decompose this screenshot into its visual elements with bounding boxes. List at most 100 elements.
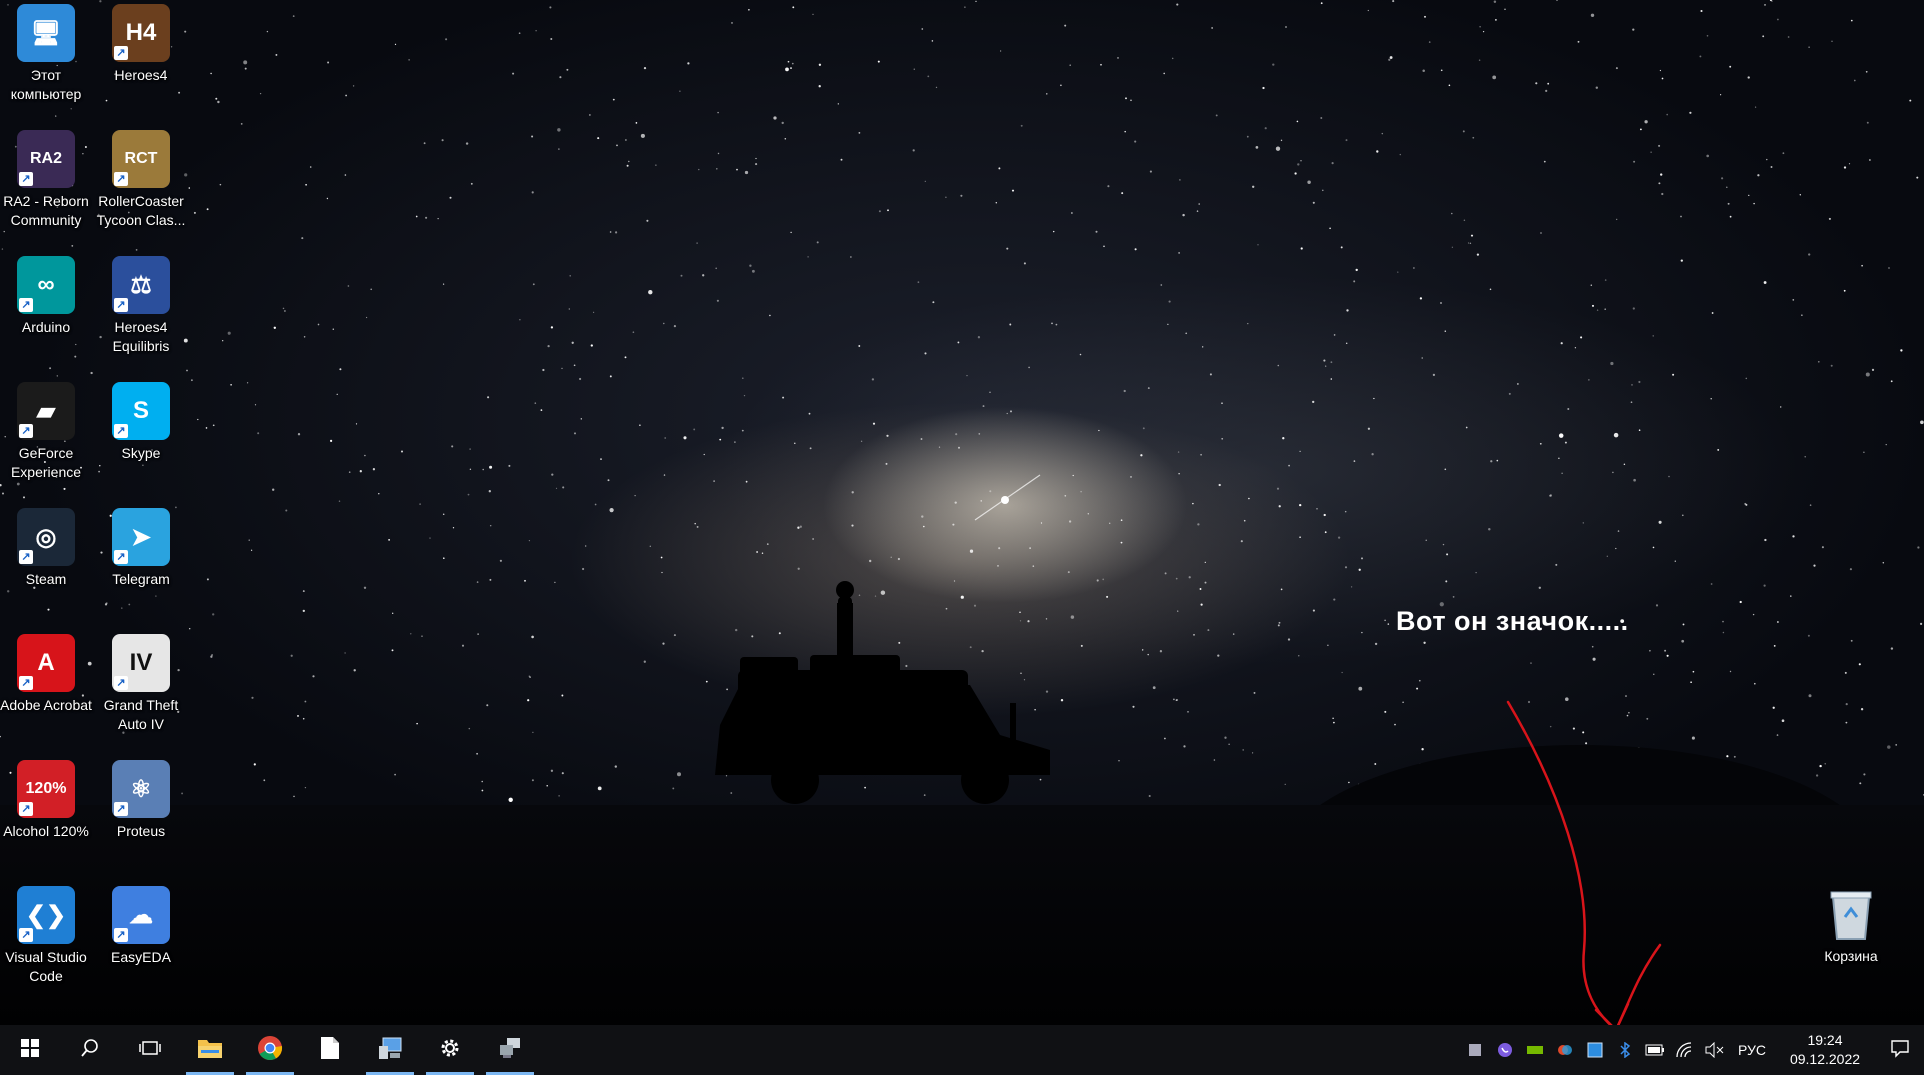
- nvidia-icon[interactable]: [1520, 1025, 1550, 1075]
- skype-icon: S ↗: [112, 382, 170, 440]
- taskbar-device-manager-button[interactable]: [360, 1025, 420, 1075]
- proteus-icon: ⚛ ↗: [112, 760, 170, 818]
- tray-icons: [1460, 1025, 1730, 1075]
- clock-time: 19:24: [1807, 1032, 1843, 1048]
- this-pc-icon: 🖥: [17, 4, 75, 62]
- desktop-icon-label: EasyEDA: [111, 949, 171, 965]
- shortcut-arrow-icon: ↗: [19, 298, 33, 312]
- desktop-icon-this-pc[interactable]: 🖥 Этот компьютер: [0, 4, 92, 104]
- heroes4-icon: H4 ↗: [112, 4, 170, 62]
- bluetooth-icon[interactable]: [1610, 1025, 1640, 1075]
- arduino-icon: ∞ ↗: [17, 256, 75, 314]
- shortcut-arrow-icon: ↗: [114, 802, 128, 816]
- recycle-bin[interactable]: Корзина: [1805, 885, 1897, 966]
- desktop-icon-label: Telegram: [112, 571, 170, 587]
- speaker-muted-icon[interactable]: [1700, 1025, 1730, 1075]
- desktop-icon-label: Steam: [25, 571, 67, 587]
- desktop-icon-label: Grand Theft Auto IV: [103, 697, 179, 732]
- rollercoaster-tycoon-icon: RCT ↗: [112, 130, 170, 188]
- taskbar-notepad-button[interactable]: [300, 1025, 360, 1075]
- desktop-icon-ra2-reborn[interactable]: RA2 ↗ RA2 - Reborn Community: [0, 130, 92, 230]
- desktop-icon-geforce-experience[interactable]: ▰ ↗ GeForce Experience: [0, 382, 92, 482]
- notifications-button[interactable]: [1876, 1025, 1924, 1075]
- taskbar-network-app-button[interactable]: [480, 1025, 540, 1075]
- clock[interactable]: 19:24 09.12.2022: [1774, 1031, 1876, 1069]
- tray-app-icon[interactable]: [1460, 1025, 1490, 1075]
- desktop-icon-easyeda[interactable]: ☁ ↗ EasyEDA: [95, 886, 187, 967]
- taskbar-search-button[interactable]: [60, 1025, 120, 1075]
- desktop-icon-label: Adobe Acrobat: [0, 697, 92, 713]
- shortcut-arrow-icon: ↗: [114, 676, 128, 690]
- gta-iv-icon: IV ↗: [112, 634, 170, 692]
- shortcut-arrow-icon: ↗: [19, 928, 33, 942]
- desktop-icon-label: Heroes4 Equilibris: [112, 319, 170, 354]
- desktop-icon-alcohol-120[interactable]: 120% ↗ Alcohol 120%: [0, 760, 92, 841]
- desktop-icon-vscode[interactable]: ❮❯ ↗ Visual Studio Code: [0, 886, 92, 986]
- search-icon: [80, 1038, 100, 1063]
- telegram-icon: ➤ ↗: [112, 508, 170, 566]
- file-explorer-icon: [197, 1037, 223, 1064]
- desktop-icon-skype[interactable]: S ↗ Skype: [95, 382, 187, 463]
- shortcut-arrow-icon: ↗: [114, 298, 128, 312]
- taskbar: РУС 19:24 09.12.2022: [0, 1025, 1924, 1075]
- desktop-icon-arduino[interactable]: ∞ ↗ Arduino: [0, 256, 92, 337]
- viber-icon[interactable]: [1490, 1025, 1520, 1075]
- desktop-icon-heroes4[interactable]: H4 ↗ Heroes4: [95, 4, 187, 85]
- taskbar-pinned: [0, 1025, 540, 1075]
- language-indicator[interactable]: РУС: [1730, 1042, 1774, 1058]
- ra2-reborn-icon: RA2 ↗: [17, 130, 75, 188]
- desktop-icon-rollercoaster-tycoon[interactable]: RCT ↗ RollerCoaster Tycoon Clas...: [95, 130, 187, 230]
- recycle-bin-icon: [1822, 885, 1880, 943]
- annotation-text: Вот он значок.....: [1396, 606, 1629, 636]
- desktop-icon-gta-iv[interactable]: IV ↗ Grand Theft Auto IV: [95, 634, 187, 734]
- gear-icon: [439, 1037, 461, 1064]
- chrome-icon: [257, 1035, 283, 1066]
- shortcut-arrow-icon: ↗: [114, 424, 128, 438]
- task-view-icon: [139, 1039, 161, 1062]
- shortcut-arrow-icon: ↗: [114, 46, 128, 60]
- battery-icon[interactable]: [1640, 1025, 1670, 1075]
- desktop-icon-telegram[interactable]: ➤ ↗ Telegram: [95, 508, 187, 589]
- vscode-icon: ❮❯ ↗: [17, 886, 75, 944]
- adobe-acrobat-icon: A ↗: [17, 634, 75, 692]
- desktop-icon-label: Arduino: [21, 319, 71, 335]
- shortcut-arrow-icon: ↗: [114, 550, 128, 564]
- desktop-icon-proteus[interactable]: ⚛ ↗ Proteus: [95, 760, 187, 841]
- desktop-icon-label: RA2 - Reborn Community: [3, 193, 89, 228]
- desktop-icon-heroes4-equilibris[interactable]: ⚖ ↗ Heroes4 Equilibris: [95, 256, 187, 356]
- shortcut-arrow-icon: ↗: [19, 424, 33, 438]
- windows-start-icon: [21, 1038, 39, 1062]
- shortcut-arrow-icon: ↗: [19, 676, 33, 690]
- device-manager-icon: [377, 1036, 403, 1065]
- shortcut-arrow-icon: ↗: [19, 172, 33, 186]
- taskbar-file-explorer-button[interactable]: [180, 1025, 240, 1075]
- wifi-icon[interactable]: [1670, 1025, 1700, 1075]
- taskbar-settings-button[interactable]: [420, 1025, 480, 1075]
- taskbar-chrome-button[interactable]: [240, 1025, 300, 1075]
- desktop-icon-label: Heroes4: [114, 67, 168, 83]
- desktop-icon-label: Proteus: [116, 823, 166, 839]
- taskbar-start-button[interactable]: [0, 1025, 60, 1075]
- desktop-icon-label: Visual Studio Code: [5, 949, 87, 984]
- desktop-icon-label: Этот компьютер: [10, 67, 82, 102]
- system-tray: РУС 19:24 09.12.2022: [1460, 1025, 1924, 1075]
- shortcut-arrow-icon: ↗: [114, 928, 128, 942]
- geforce-experience-icon: ▰ ↗: [17, 382, 75, 440]
- shortcut-arrow-icon: ↗: [19, 802, 33, 816]
- desktop-wallpaper: 🖥 Этот компьютер H4 ↗ Heroes4 RA2 ↗ RA2 - Rebor…: [0, 0, 1924, 1025]
- tray-color-icon[interactable]: [1550, 1025, 1580, 1075]
- taskbar-task-view-button[interactable]: [120, 1025, 180, 1075]
- easyeda-icon: ☁ ↗: [112, 886, 170, 944]
- desktop-icon-adobe-acrobat[interactable]: A ↗ Adobe Acrobat: [0, 634, 92, 715]
- shortcut-arrow-icon: ↗: [114, 172, 128, 186]
- car-silhouette: [715, 581, 1050, 804]
- tray-window-icon[interactable]: [1580, 1025, 1610, 1075]
- desktop-icon-steam[interactable]: ◎ ↗ Steam: [0, 508, 92, 589]
- network-computer-icon: [497, 1036, 523, 1065]
- notifications-icon: [1890, 1038, 1910, 1063]
- wallpaper-ground: [0, 805, 1924, 1025]
- document-icon: [320, 1036, 340, 1065]
- desktop-icon-label: RollerCoaster Tycoon Clas...: [96, 193, 186, 228]
- shortcut-arrow-icon: ↗: [19, 550, 33, 564]
- desktop-icon-label: GeForce Experience: [10, 445, 82, 480]
